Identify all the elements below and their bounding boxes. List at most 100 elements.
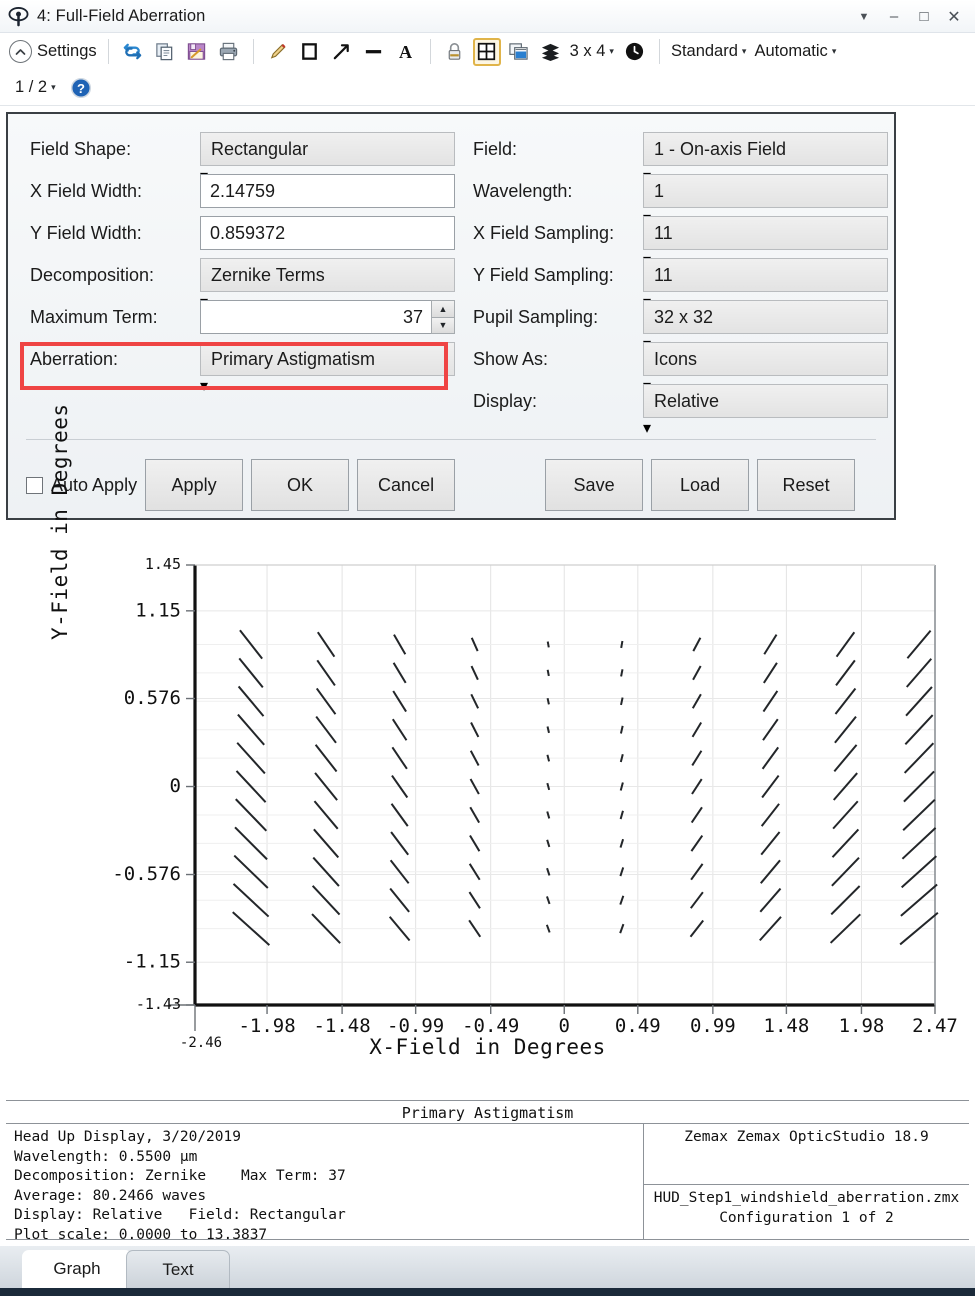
layers-icon[interactable] <box>537 38 565 66</box>
footer-left-text: Head Up Display, 3/20/2019 Wavelength: 0… <box>6 1124 643 1240</box>
zemax-lens-icon <box>8 6 29 27</box>
display-value: Relative <box>643 384 888 418</box>
maximize-icon[interactable]: □ <box>909 3 939 31</box>
field-value: 1 - On-axis Field <box>643 132 888 166</box>
svg-text:A: A <box>399 42 412 62</box>
chevron-down-icon: ▾ <box>51 82 56 93</box>
aberration-select[interactable]: Primary Astigmatism ▾ <box>200 342 455 376</box>
field-label: Field: <box>473 139 643 160</box>
scale-dropdown[interactable]: Automatic ▾ <box>751 37 841 67</box>
chart-container: 1.451.150.5760-0.576-1.15-1.43-2.46-1.98… <box>6 528 969 1098</box>
x-tick-label: -0.49 <box>462 1015 519 1037</box>
field-row-wavelength: Wavelength: 1 ▾ <box>473 170 888 212</box>
y-tick-label: 0 <box>170 775 181 797</box>
toolbar-row-1: Settings <box>0 33 975 70</box>
print-icon[interactable] <box>215 38 243 66</box>
toolbar-separator <box>430 39 431 64</box>
x-tick-label: 0.99 <box>690 1015 736 1037</box>
cancel-button[interactable]: Cancel <box>357 459 455 511</box>
y-field-width-value: 0.859372 <box>200 216 455 250</box>
aberration-value: Primary Astigmatism <box>200 342 455 376</box>
settings-right-column: Field: 1 - On-axis Field ▾ Wavelength: 1… <box>473 128 888 422</box>
field-row-field-shape: Field Shape: Rectangular ▾ <box>30 128 455 170</box>
ok-button[interactable]: OK <box>251 459 349 511</box>
window-tile-icon[interactable] <box>473 38 501 66</box>
window-menu-caret-icon[interactable]: ▼ <box>849 3 879 31</box>
y-field-sampling-value: 11 <box>643 258 888 292</box>
aberration-label: Aberration: <box>30 349 200 370</box>
status-bar <box>0 1288 975 1296</box>
x-field-sampling-select[interactable]: 11 ▾ <box>643 216 888 250</box>
settings-left-column: Field Shape: Rectangular ▾ X Field Width… <box>30 128 455 422</box>
y-tick-label: 1.15 <box>135 599 181 621</box>
refresh-icon[interactable] <box>119 38 147 66</box>
arrow-icon[interactable] <box>328 38 356 66</box>
auto-apply-checkbox-wrap[interactable]: Auto Apply <box>26 475 137 496</box>
help-icon[interactable]: ? <box>67 74 95 102</box>
reset-icon[interactable] <box>621 38 649 66</box>
y-axis-title: Y-Field in Degrees <box>48 403 72 640</box>
y-tick-label: -1.15 <box>124 951 181 973</box>
chevron-down-icon: ▾ <box>832 46 837 57</box>
style-dropdown[interactable]: Standard ▾ <box>668 37 752 67</box>
decomposition-value: Zernike Terms <box>200 258 455 292</box>
chevron-down-icon: ▾ <box>643 420 651 437</box>
decomposition-select[interactable]: Zernike Terms ▾ <box>200 258 455 292</box>
minimize-icon[interactable]: – <box>879 3 909 31</box>
reset-button[interactable]: Reset <box>757 459 855 511</box>
toolbar-separator <box>659 39 660 64</box>
text-icon[interactable]: A <box>392 38 420 66</box>
y-field-sampling-label: Y Field Sampling: <box>473 265 643 286</box>
page-dropdown[interactable]: 1 / 2 ▾ <box>12 73 61 103</box>
line-icon[interactable] <box>360 38 388 66</box>
display-select[interactable]: Relative ▾ <box>643 384 888 418</box>
save-image-icon[interactable] <box>183 38 211 66</box>
clone-window-icon[interactable] <box>505 38 533 66</box>
page-label: 1 / 2 <box>15 78 47 97</box>
settings-button[interactable]: Settings <box>6 37 100 67</box>
field-row-x-field-sampling: X Field Sampling: 11 ▾ <box>473 212 888 254</box>
x-tick-label: 0 <box>559 1015 570 1037</box>
maximum-term-stepper[interactable]: 37 ▲ ▼ <box>200 300 455 334</box>
y-field-width-input[interactable]: 0.859372 <box>200 216 455 250</box>
x-tick-label: 2.47 <box>912 1015 958 1037</box>
rectangle-icon[interactable] <box>296 38 324 66</box>
field-select[interactable]: 1 - On-axis Field ▾ <box>643 132 888 166</box>
close-icon[interactable]: ✕ <box>939 3 969 31</box>
field-row-maximum-term: Maximum Term: 37 ▲ ▼ <box>30 296 455 338</box>
stepper-up-icon[interactable]: ▲ <box>431 300 455 317</box>
field-row-pupil-sampling: Pupil Sampling: 32 x 32 ▾ <box>473 296 888 338</box>
decomposition-label: Decomposition: <box>30 265 200 286</box>
annotate-pencil-icon[interactable] <box>264 38 292 66</box>
field-shape-select[interactable]: Rectangular ▾ <box>200 132 455 166</box>
chevron-down-icon: ▾ <box>742 46 747 57</box>
auto-apply-checkbox[interactable] <box>26 477 43 494</box>
toolbar-separator <box>253 39 254 64</box>
aberration-icon <box>621 641 622 648</box>
y-tick-label: 0.576 <box>124 687 181 709</box>
apply-button[interactable]: Apply <box>145 459 243 511</box>
show-as-select[interactable]: Icons ▾ <box>643 342 888 376</box>
field-row-show-as: Show As: Icons ▾ <box>473 338 888 380</box>
settings-divider <box>26 439 876 440</box>
x-tick-label: -1.48 <box>313 1015 370 1037</box>
window-title: 4: Full-Field Aberration <box>37 7 205 26</box>
lock-icon[interactable] <box>441 38 469 66</box>
chevron-down-icon: ▾ <box>200 378 208 395</box>
stepper-down-icon[interactable]: ▼ <box>431 317 455 335</box>
x-field-width-input[interactable]: 2.14759 <box>200 174 455 208</box>
full-field-aberration-plot: 1.451.150.5760-0.576-1.15-1.43-2.46-1.98… <box>6 528 969 1098</box>
pupil-sampling-select[interactable]: 32 x 32 ▾ <box>643 300 888 334</box>
grid-size-dropdown[interactable]: 3 x 4 ▾ <box>567 37 619 67</box>
load-button[interactable]: Load <box>651 459 749 511</box>
title-bar: 4: Full-Field Aberration ▼ – □ ✕ <box>0 0 975 33</box>
y-field-sampling-select[interactable]: 11 ▾ <box>643 258 888 292</box>
copy-icon[interactable] <box>151 38 179 66</box>
save-button[interactable]: Save <box>545 459 643 511</box>
x-field-sampling-value: 11 <box>643 216 888 250</box>
settings-label: Settings <box>37 42 97 61</box>
wavelength-select[interactable]: 1 ▾ <box>643 174 888 208</box>
tab-graph[interactable]: Graph <box>22 1250 132 1288</box>
tab-text[interactable]: Text <box>126 1250 230 1288</box>
chevron-up-icon <box>9 40 32 63</box>
